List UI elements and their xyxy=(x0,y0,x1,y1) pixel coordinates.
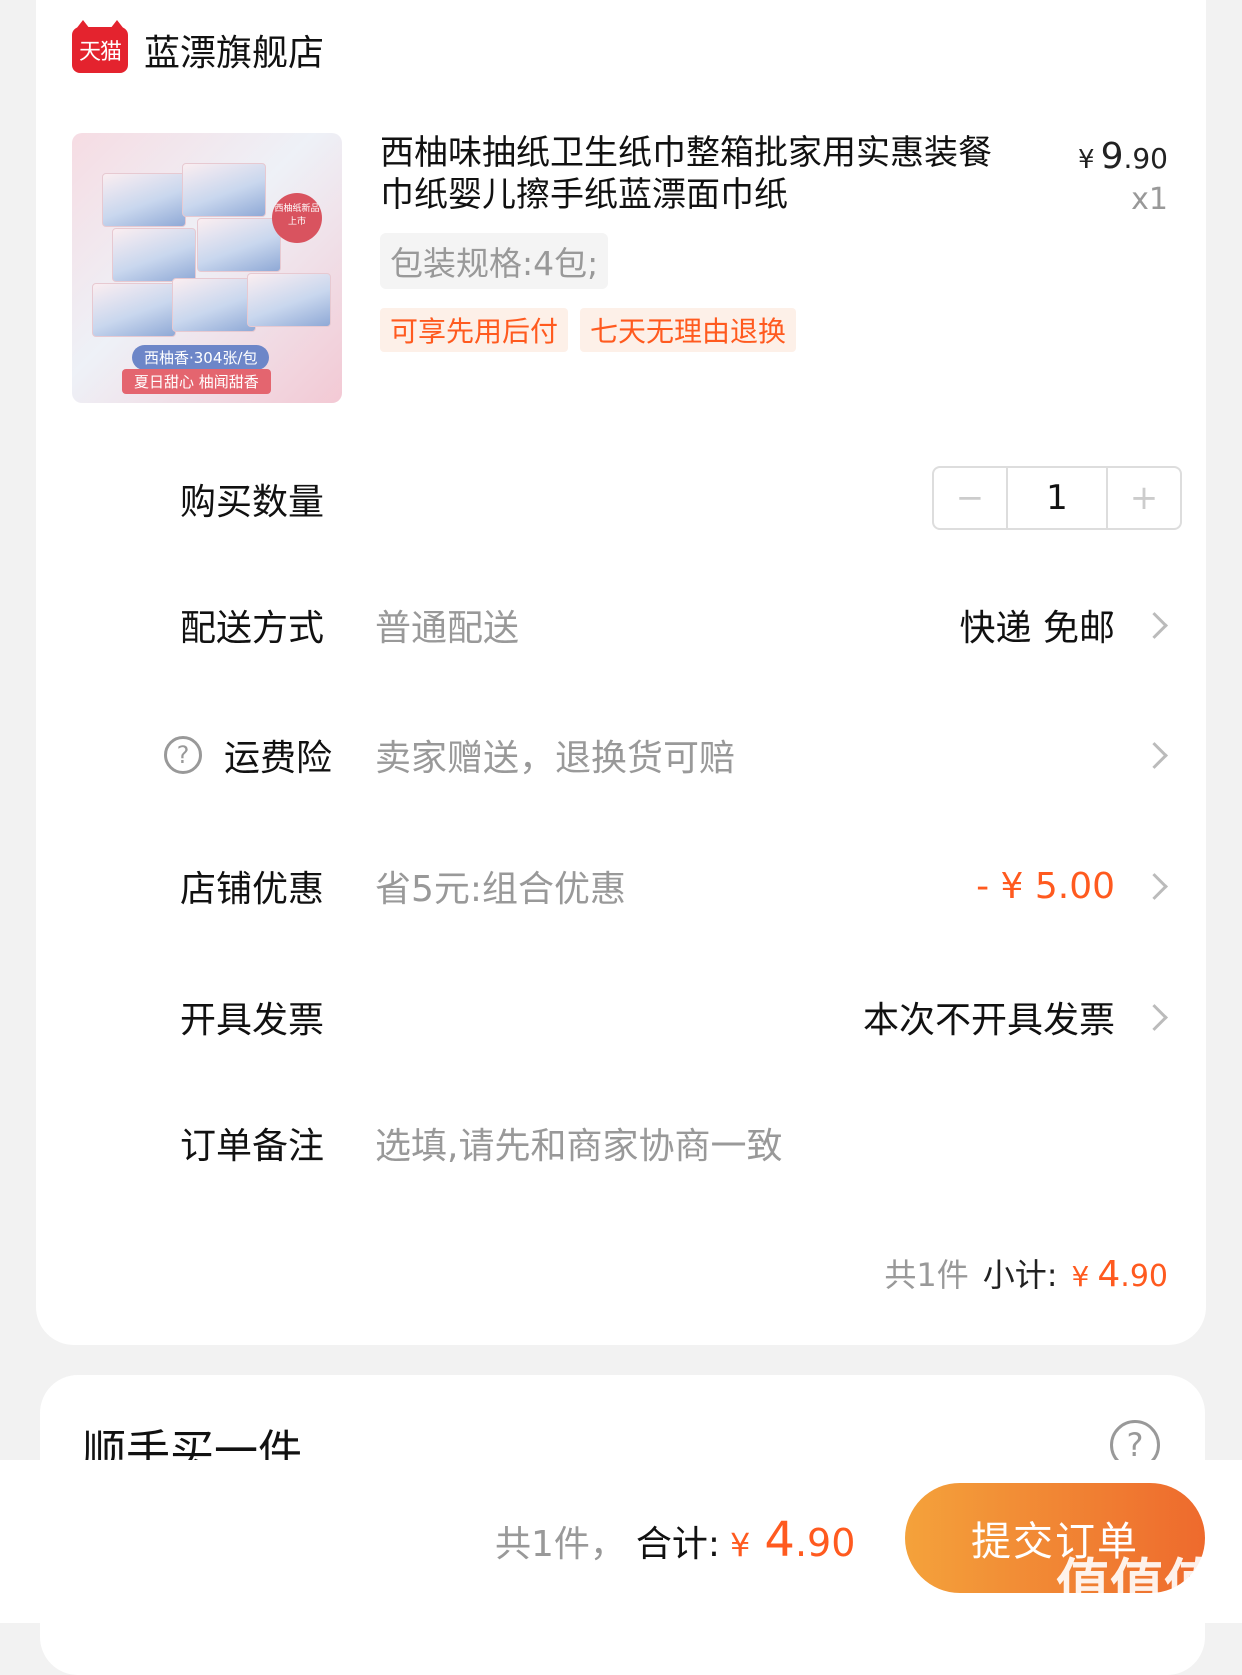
product-thumbnail[interactable]: 西柚纸新品上市 西柚香·304张/包 夏日甜心 柚闻甜香 xyxy=(72,133,342,403)
price-decimal: .90 xyxy=(1123,142,1168,175)
tissue-pack-image xyxy=(112,228,196,282)
chevron-right-icon xyxy=(1141,741,1168,769)
product-quantity: x1 xyxy=(1131,182,1168,217)
invoice-row[interactable]: 开具发票 本次不开具发票 xyxy=(180,982,1170,1052)
discount-option[interactable]: - ¥ 5.00 xyxy=(976,866,1170,907)
subtotal-count: 共1件 xyxy=(884,1256,969,1294)
quantity-label: 购买数量 xyxy=(180,482,325,523)
question-circle-icon[interactable]: ? xyxy=(164,736,202,774)
discount-desc: 省5元:组合优惠 xyxy=(375,869,627,910)
product-price: ¥9.90 xyxy=(1078,136,1168,177)
invoice-label: 开具发票 xyxy=(180,1000,325,1041)
order-total: 共1件， 合计: ¥ 4.90 xyxy=(495,1512,855,1568)
product-title[interactable]: 西柚味抽纸卫生纸巾整箱批家用实惠装餐巾纸婴儿擦手纸蓝漂面巾纸 xyxy=(380,132,1020,216)
total-dec: .90 xyxy=(794,1521,856,1565)
subtotal-amount: ¥4.90 xyxy=(1072,1254,1168,1295)
shipping-insurance-row[interactable]: ? 运费险 卖家赠送，退换货可赔 xyxy=(164,720,1170,790)
chevron-right-icon xyxy=(1141,611,1168,639)
currency-symbol: ¥ xyxy=(1071,1260,1090,1293)
insurance-label: 运费险 xyxy=(224,738,333,779)
service-tags: 可享先用后付 七天无理由退换 xyxy=(380,308,797,352)
chevron-right-icon xyxy=(1141,872,1168,900)
total-label: 合计: xyxy=(635,1524,721,1565)
subtotal-dec: .90 xyxy=(1120,1259,1168,1294)
currency-symbol: ¥ xyxy=(730,1526,751,1564)
delivery-row[interactable]: 配送方式 普通配送 快递 免邮 xyxy=(180,590,1170,660)
thumb-caption: 西柚香·304张/包 xyxy=(132,345,270,370)
insurance-desc: 卖家赠送，退换货可赔 xyxy=(375,738,736,779)
delivery-value: 快递 免邮 xyxy=(959,608,1115,649)
tissue-pack-image xyxy=(102,173,186,227)
store-name[interactable]: 蓝漂旗舰店 xyxy=(144,24,324,76)
watermark-url: zhizhizhi.com xyxy=(1123,1600,1218,1616)
tag-7day-return: 七天无理由退换 xyxy=(580,308,797,352)
decrement-button[interactable]: − xyxy=(934,468,1006,528)
currency-symbol: ¥ xyxy=(1078,145,1095,175)
subtotal: 共1件 小计: ¥4.90 xyxy=(884,1250,1168,1296)
tissue-pack-image xyxy=(182,163,266,217)
tissue-pack-image xyxy=(247,273,331,327)
tissue-pack-image xyxy=(172,278,256,332)
insurance-option[interactable] xyxy=(1115,741,1170,769)
delivery-method: 普通配送 xyxy=(375,608,520,649)
tag-pay-later: 可享先用后付 xyxy=(380,308,569,352)
increment-button[interactable]: + xyxy=(1108,468,1180,528)
discount-label: 店铺优惠 xyxy=(180,869,325,910)
store-header[interactable]: 天猫 蓝漂旗舰店 xyxy=(72,20,324,78)
subtotal-int: 4 xyxy=(1097,1254,1121,1295)
note-label: 订单备注 xyxy=(180,1126,325,1167)
total-int: 4 xyxy=(764,1512,795,1568)
delivery-label: 配送方式 xyxy=(180,608,325,649)
product-spec[interactable]: 包装规格:4包; xyxy=(380,233,609,289)
order-note-input[interactable]: 选填,请先和商家协商一致 xyxy=(375,1117,782,1169)
chevron-right-icon xyxy=(1141,1003,1168,1031)
total-count: 共1件， xyxy=(495,1524,626,1565)
invoice-value: 本次不开具发票 xyxy=(862,1000,1115,1041)
subtotal-label: 小计: xyxy=(982,1256,1058,1294)
delivery-option[interactable]: 快递 免邮 xyxy=(960,599,1170,651)
store-discount-row[interactable]: 店铺优惠 省5元:组合优惠 - ¥ 5.00 xyxy=(180,851,1170,921)
invoice-option[interactable]: 本次不开具发票 xyxy=(863,991,1170,1043)
new-product-stamp: 西柚纸新品上市 xyxy=(272,193,322,243)
tmall-logo-icon: 天猫 xyxy=(72,20,128,73)
price-integer: 9 xyxy=(1100,136,1124,177)
tissue-pack-image xyxy=(92,283,176,337)
order-note-row: 订单备注 选填,请先和商家协商一致 xyxy=(180,1108,1170,1178)
discount-amount: - ¥ 5.00 xyxy=(976,865,1115,907)
quantity-stepper: − 1 + xyxy=(932,466,1182,530)
tissue-pack-image xyxy=(197,218,281,272)
total-amount: 4.90 xyxy=(764,1512,855,1568)
thumb-caption: 夏日甜心 柚闻甜香 xyxy=(122,369,271,394)
quantity-input[interactable]: 1 xyxy=(1006,468,1108,528)
